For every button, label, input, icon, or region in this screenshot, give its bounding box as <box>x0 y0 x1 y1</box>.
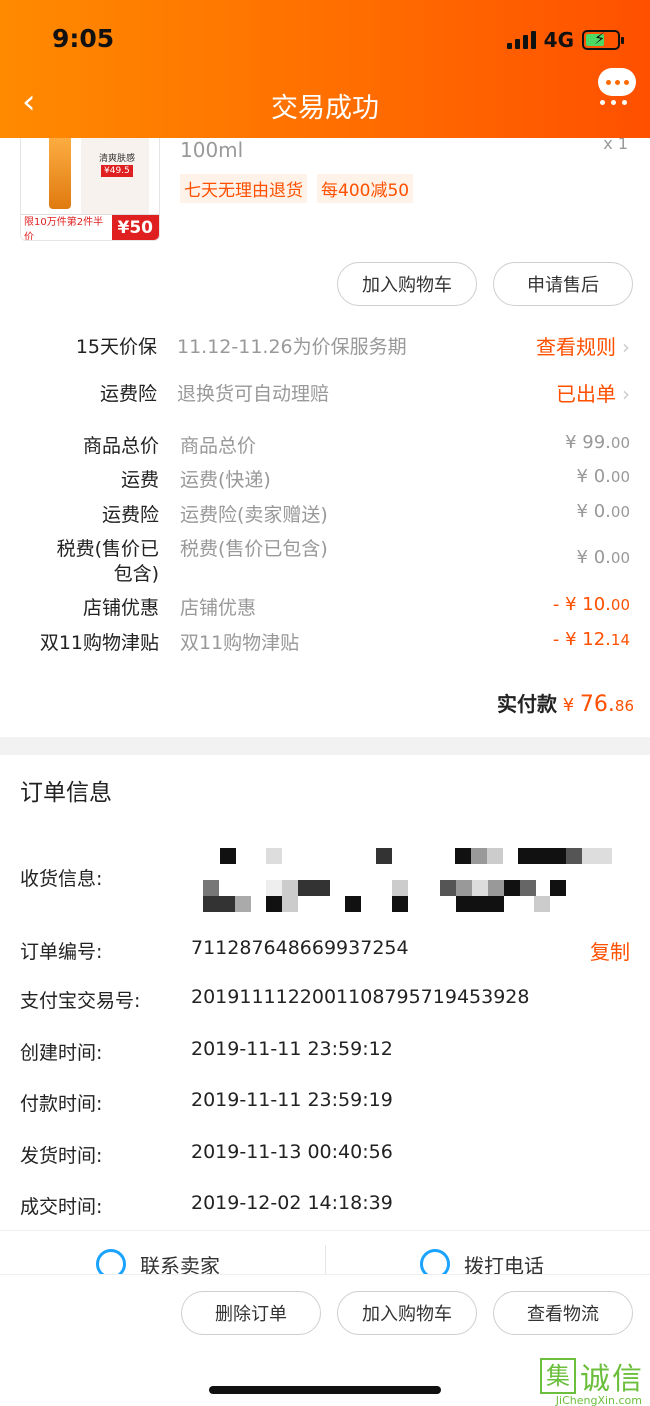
shipping-insurance-label: 运费险 <box>99 383 157 405</box>
contact-seller-button[interactable]: 联系卖家 <box>96 1249 220 1274</box>
closed-time-value: 2019-12-02 14:18:39 <box>191 1192 393 1214</box>
price-row-desc: 店铺优惠 <box>180 597 257 619</box>
watermark-url: JiChengXin.com <box>555 1394 642 1406</box>
product-image-text: 清爽肤感 <box>99 154 136 164</box>
page-title: 交易成功 <box>271 93 379 124</box>
add-to-cart-button[interactable]: 加入购物车 <box>337 262 477 306</box>
price-row-desc: 运费(快递) <box>180 469 271 491</box>
shipped-time-label: 发货时间: <box>20 1145 103 1167</box>
price-row-desc: 税费(售价已包含) <box>180 538 328 560</box>
price-row-label-cont: 包含) <box>113 563 159 585</box>
product-spec: 100ml <box>180 138 244 162</box>
signal-icon <box>506 31 536 49</box>
product-promo-price: ¥50 <box>111 215 159 240</box>
chevron-right-icon: › <box>622 382 630 406</box>
price-protect-label: 15天价保 <box>75 336 157 358</box>
order-info-title: 订单信息 <box>20 780 112 806</box>
price-row-value: ¥ 0.00 <box>576 547 630 568</box>
service-tags: 七天无理由退货 每400减50 <box>180 174 414 203</box>
closed-time-label: 成交时间: <box>20 1196 103 1218</box>
price-row-label: 运费险 <box>101 504 159 526</box>
call-phone-label: 拨打电话 <box>464 1253 544 1275</box>
price-row-label: 双11购物津贴 <box>39 632 159 654</box>
price-row-desc: 商品总价 <box>180 435 257 457</box>
chat-icon <box>96 1249 126 1274</box>
header-bar: 9:05 4G ⚡ ‹ 交易成功 <box>0 0 650 138</box>
chevron-right-icon: › <box>622 335 630 359</box>
call-phone-button[interactable]: 拨打电话 <box>420 1249 544 1274</box>
shipping-insurance-desc: 退换货可自动理赔 <box>177 383 330 405</box>
paid-time-value: 2019-11-11 23:59:19 <box>191 1089 393 1111</box>
delete-order-button[interactable]: 删除订单 <box>181 1291 321 1335</box>
paid-time-label: 付款时间: <box>20 1093 103 1115</box>
price-row-value: - ¥ 12.14 <box>552 629 630 650</box>
status-time: 9:05 <box>52 24 115 53</box>
price-row-label: 运费 <box>120 469 159 491</box>
product-promo-strip: 限10万件第2件半价 ¥50 <box>21 214 159 240</box>
product-promo-text: 限10万件第2件半价 <box>24 216 104 241</box>
receive-info-label: 收货信息: <box>20 868 103 890</box>
watermark: 集 诚信 <box>540 1354 644 1398</box>
price-row-label: 商品总价 <box>82 435 159 457</box>
more-menu-icon[interactable] <box>598 68 638 108</box>
created-time-label: 创建时间: <box>20 1042 103 1064</box>
price-protect-link[interactable]: 查看规则 › <box>536 331 630 360</box>
home-indicator[interactable] <box>209 1386 441 1394</box>
price-row-desc: 双11购物津贴 <box>180 632 300 654</box>
price-row-value: ¥ 0.00 <box>576 466 630 487</box>
shipping-insurance-link[interactable]: 已出单 › <box>556 378 630 407</box>
price-row-label: 店铺优惠 <box>82 597 159 619</box>
phone-icon <box>420 1249 450 1274</box>
contact-divider <box>325 1245 326 1274</box>
copy-order-no-button[interactable]: 复制 <box>590 936 630 965</box>
shipped-time-value: 2019-11-13 00:40:56 <box>191 1141 393 1163</box>
total-paid: 实付款 ¥ 76.86 <box>496 692 634 717</box>
contact-seller-label: 联系卖家 <box>140 1253 220 1275</box>
price-row-label: 税费(售价已 <box>56 538 159 560</box>
watermark-logo: 集 <box>540 1358 576 1394</box>
battery-icon: ⚡ <box>582 29 624 50</box>
view-logistics-button[interactable]: 查看物流 <box>493 1291 633 1335</box>
section-divider <box>0 737 650 755</box>
watermark-text: 诚信 <box>580 1362 644 1397</box>
price-row-desc: 运费险(卖家赠送) <box>180 504 328 526</box>
price-protect-desc: 11.12-11.26为价保服务期 <box>177 336 407 358</box>
price-row-value: - ¥ 10.00 <box>552 594 630 615</box>
after-sale-button[interactable]: 申请售后 <box>493 262 633 306</box>
price-row-value: ¥ 99.00 <box>565 432 630 453</box>
add-to-cart-bottom-button[interactable]: 加入购物车 <box>337 1291 477 1335</box>
alipay-no-value: 2019111122001108795719453928 <box>191 986 530 1008</box>
contact-bar: 联系卖家 拨打电话 <box>0 1230 650 1274</box>
status-icons: 4G ⚡ <box>506 28 624 52</box>
tag-discount: 每400减50 <box>317 174 414 203</box>
order-no-value: 711287648669937254 <box>191 937 409 959</box>
alipay-no-label: 支付宝交易号: <box>20 990 141 1012</box>
tag-return: 七天无理由退货 <box>180 174 307 203</box>
price-row-value: ¥ 0.00 <box>576 501 630 522</box>
created-time-value: 2019-11-11 23:59:12 <box>191 1038 393 1060</box>
order-no-label: 订单编号: <box>20 941 103 963</box>
network-type: 4G <box>543 28 574 52</box>
product-image-price: ¥49.5 <box>101 165 133 177</box>
